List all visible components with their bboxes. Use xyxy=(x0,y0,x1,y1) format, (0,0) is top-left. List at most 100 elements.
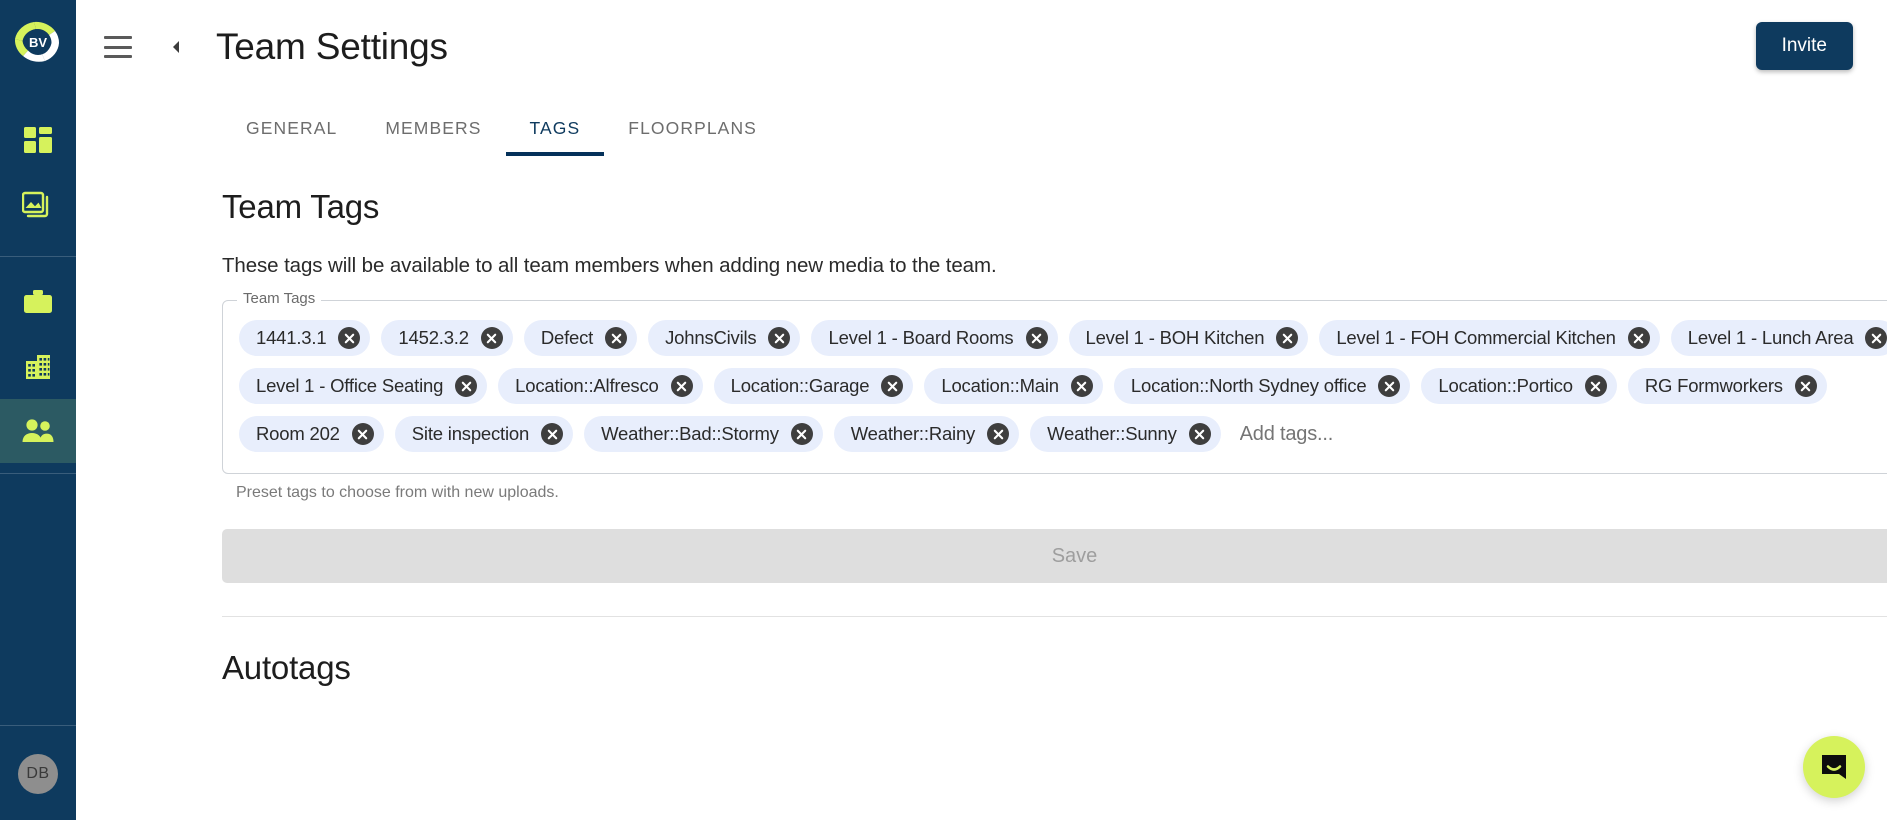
tag-chip: Location::Garage xyxy=(713,368,914,404)
sidebar-divider-1 xyxy=(0,256,76,257)
tags-panel: Team Tags These tags will be available t… xyxy=(76,188,1887,687)
tag-chip-remove-icon[interactable] xyxy=(670,375,693,397)
add-tags-input[interactable] xyxy=(1239,416,1505,452)
chevron-left-glyph xyxy=(173,41,179,53)
team-tags-field[interactable]: Team Tags 1441.3.1 1452.3.2 Defect JohnsCiv… xyxy=(222,290,1887,474)
tag-chip-label: Weather::Sunny xyxy=(1047,423,1177,444)
tag-chip: Level 1 - Lunch Area xyxy=(1670,320,1887,356)
sidebar-item-media[interactable] xyxy=(0,172,76,236)
brand-logo-text: BV xyxy=(29,35,47,50)
tab-tags[interactable]: TAGS xyxy=(505,118,605,156)
section-divider xyxy=(222,616,1887,617)
chat-launcher-button[interactable] xyxy=(1803,736,1865,798)
tag-chip-remove-icon[interactable] xyxy=(1276,327,1299,349)
people-icon xyxy=(22,419,54,442)
team-tags-chip-list: 1441.3.1 1452.3.2 Defect JohnsCivils Level 1… xyxy=(239,314,1887,458)
tag-chip: JohnsCivils xyxy=(648,320,801,356)
tag-chip-remove-icon[interactable] xyxy=(1865,327,1887,349)
hamburger-menu-icon[interactable] xyxy=(104,36,132,58)
tag-chip: Location::North Sydney office xyxy=(1113,368,1411,404)
tag-chip-remove-icon[interactable] xyxy=(1070,375,1093,397)
team-tags-helper-text: Preset tags to choose from with new uplo… xyxy=(236,484,559,501)
tab-members[interactable]: MEMBERS xyxy=(361,118,505,156)
save-button[interactable]: Save xyxy=(222,529,1887,583)
team-tags-description: These tags will be available to all team… xyxy=(222,254,997,277)
tag-chip-label: Defect xyxy=(540,327,594,348)
tag-chip-label: Weather::Bad::Stormy xyxy=(601,423,779,444)
tag-chip: 1441.3.1 xyxy=(239,320,371,356)
tab-general[interactable]: GENERAL xyxy=(222,118,361,156)
tag-chip-remove-icon[interactable] xyxy=(455,375,478,397)
tag-chip-remove-icon[interactable] xyxy=(1188,423,1211,445)
main-panel: Team Settings Invite GENERAL MEMBERS TAG… xyxy=(76,0,1887,820)
tab-floorplans[interactable]: FLOORPLANS xyxy=(604,118,781,156)
sidebar-item-team[interactable] xyxy=(0,399,76,463)
sidebar-item-projects[interactable] xyxy=(0,271,76,335)
tag-chip-label: Location::Garage xyxy=(730,375,870,396)
media-gallery-icon xyxy=(22,191,49,218)
tag-chip: Room 202 xyxy=(239,416,384,452)
tag-chip-remove-icon[interactable] xyxy=(768,327,791,349)
tag-chip-label: Level 1 - BOH Kitchen xyxy=(1085,327,1265,348)
team-tags-heading: Team Tags xyxy=(222,188,380,225)
sidebar-group-secondary xyxy=(0,271,76,463)
tag-chip-label: Site inspection xyxy=(411,423,530,444)
tag-chip: 1452.3.2 xyxy=(381,320,513,356)
tag-chip: Site inspection xyxy=(394,416,574,452)
tag-chip-remove-icon[interactable] xyxy=(1794,375,1817,397)
tag-chip-label: Location::Main xyxy=(941,375,1059,396)
tag-chip-label: Level 1 - Board Rooms xyxy=(828,327,1014,348)
sidebar-item-company[interactable] xyxy=(0,335,76,399)
tag-chip-label: RG Formworkers xyxy=(1644,375,1783,396)
tag-chip-remove-icon[interactable] xyxy=(605,327,628,349)
tag-chip-label: Level 1 - Lunch Area xyxy=(1687,327,1854,348)
building-icon xyxy=(26,355,50,379)
tag-chip-remove-icon[interactable] xyxy=(987,423,1010,445)
settings-tabs: GENERAL MEMBERS TAGS FLOORPLANS xyxy=(76,94,1887,156)
tag-chip: Weather::Bad::Stormy xyxy=(584,416,823,452)
briefcase-icon xyxy=(24,290,52,313)
tag-chip-remove-icon[interactable] xyxy=(351,423,374,445)
dashboard-grid-icon xyxy=(24,127,52,153)
tag-chip-remove-icon[interactable] xyxy=(1584,375,1607,397)
tag-chip-remove-icon[interactable] xyxy=(881,375,904,397)
tag-chip: RG Formworkers xyxy=(1627,368,1827,404)
tag-chip-remove-icon[interactable] xyxy=(1025,327,1048,349)
tag-chip: Level 1 - Board Rooms xyxy=(811,320,1058,356)
avatar[interactable]: DB xyxy=(18,754,58,794)
tag-chip: Level 1 - FOH Commercial Kitchen xyxy=(1319,320,1660,356)
sidebar-group-primary xyxy=(0,108,76,236)
tag-chip-label: Level 1 - FOH Commercial Kitchen xyxy=(1336,327,1616,348)
brand-logo-icon: BV xyxy=(14,21,60,62)
brand-logo[interactable]: BV xyxy=(0,4,76,80)
tag-chip-label: Location::Alfresco xyxy=(515,375,659,396)
tag-chip-remove-icon[interactable] xyxy=(541,423,564,445)
tag-chip-remove-icon[interactable] xyxy=(790,423,813,445)
tag-chip-remove-icon[interactable] xyxy=(1627,327,1650,349)
tag-chip-remove-icon[interactable] xyxy=(1378,375,1401,397)
app-root: BV DB Team Settings Invite GENERAL MEMBE… xyxy=(0,0,1887,820)
tag-chip-remove-icon[interactable] xyxy=(338,327,361,349)
tag-chip: Location::Portico xyxy=(1421,368,1617,404)
tag-chip: Location::Main xyxy=(924,368,1103,404)
chat-bubble-smile-icon xyxy=(1822,755,1846,779)
tag-chip-remove-icon[interactable] xyxy=(480,327,503,349)
chevron-left-icon[interactable] xyxy=(162,33,190,61)
invite-button[interactable]: Invite xyxy=(1755,22,1853,70)
team-tags-field-legend: Team Tags xyxy=(237,290,322,307)
tag-chip-label: Weather::Rainy xyxy=(850,423,976,444)
sidebar-item-dashboard[interactable] xyxy=(0,108,76,172)
tag-chip: Location::Alfresco xyxy=(498,368,703,404)
avatar-initials: DB xyxy=(26,765,50,782)
tag-chip: Level 1 - BOH Kitchen xyxy=(1068,320,1309,356)
tag-chip: Weather::Rainy xyxy=(833,416,1020,452)
sidebar-divider-2 xyxy=(0,473,76,474)
tag-chip-label: Location::North Sydney office xyxy=(1130,375,1367,396)
page-title: Team Settings xyxy=(216,26,448,67)
tag-chip-label: 1441.3.1 xyxy=(256,327,327,348)
tag-chip-label: Room 202 xyxy=(256,423,340,444)
tag-chip: Level 1 - Office Seating xyxy=(239,368,488,404)
tag-chip-label: JohnsCivils xyxy=(665,327,757,348)
autotags-heading: Autotags xyxy=(222,649,351,686)
top-bar: Team Settings Invite xyxy=(76,0,1887,94)
